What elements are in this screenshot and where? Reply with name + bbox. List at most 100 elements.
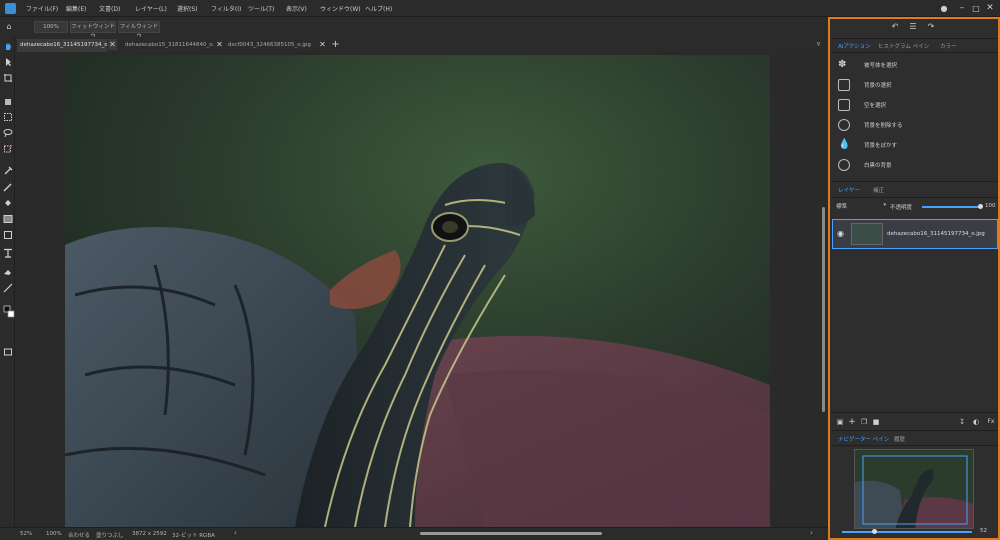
history-menu-icon[interactable]: ☰ (908, 22, 918, 32)
blur-background-icon: 💧 (838, 139, 851, 150)
tab-history[interactable]: 履歴 (894, 435, 905, 443)
visibility-eye-icon[interactable]: ◉ (837, 229, 844, 238)
document-tabs: dehazecabo16_31145197734_o.jpg ✕ dehazec… (15, 37, 828, 52)
tab-ai-actions[interactable]: AIアクション (838, 42, 871, 50)
eraser-icon[interactable] (3, 267, 13, 277)
tab-adjustments[interactable]: 補正 (873, 186, 884, 194)
lasso-icon[interactable] (3, 128, 13, 138)
home-icon[interactable]: ⌂ (4, 22, 14, 32)
qa-select-sky[interactable]: 空を選択 (834, 97, 994, 114)
redo-icon[interactable]: ↷ (926, 22, 936, 32)
fill-window-button[interactable]: フィルウィンドウ (118, 21, 160, 40)
tab-navigator[interactable]: ナビゲーター ペイン (838, 435, 889, 443)
merge-layer-icon[interactable]: ↧ (958, 417, 966, 427)
opacity-value[interactable]: 100 (985, 203, 996, 209)
new-layer-icon[interactable]: + (848, 417, 856, 427)
qa-blur-background[interactable]: 💧 背景をぼかす (834, 137, 994, 154)
menu-select[interactable]: 選択(S) (177, 4, 198, 13)
menu-file[interactable]: ファイル(F) (26, 4, 58, 13)
fill-bucket-icon[interactable] (3, 198, 13, 208)
qa-select-subject[interactable]: ✽ 被写体を選択 (834, 57, 994, 74)
navigator-thumbnail (855, 450, 973, 528)
navigator-zoom-slider[interactable] (842, 531, 972, 533)
fill-status-button[interactable]: 塗りつぶし (96, 531, 124, 539)
blend-mode-select[interactable]: 標準 ▾ (836, 202, 886, 211)
menu-filter[interactable]: フィルタ(I) (211, 4, 241, 13)
vertical-scrollbar[interactable] (820, 52, 828, 527)
close-window-icon[interactable]: ✕ (984, 3, 996, 14)
hand-tool-icon[interactable] (3, 41, 13, 51)
opacity-label: 不透明度 (890, 205, 913, 211)
layer-tool-icon[interactable] (3, 97, 13, 107)
right-panel: ↶ ☰ ↷ AIアクション ヒストグラム ペイン カラー ✽ 被写体を選択 背景… (828, 17, 1000, 540)
menu-edit[interactable]: 編集(E) (66, 4, 86, 13)
zoom-readout[interactable]: 52% (20, 531, 32, 537)
zoom-100-button[interactable]: 100% (34, 21, 68, 33)
minimize-icon[interactable]: – (956, 3, 968, 14)
doc-tab-2[interactable]: dehazecabo15_31811644840_o.jpg (122, 39, 214, 52)
view-toolbar: ⌂ 100% フィットウィンドウ フィルウィンドウ (0, 18, 828, 40)
close-tab-2-icon[interactable]: ✕ (215, 39, 224, 50)
menu-help[interactable]: ヘルプ(H) (365, 4, 392, 13)
scroll-left-icon[interactable]: ‹ (234, 529, 237, 537)
opacity-slider-handle[interactable] (978, 204, 983, 209)
tab-list-icon[interactable]: ▿ (814, 39, 823, 50)
menu-window[interactable]: ウィンドウ(W) (320, 4, 361, 13)
scroll-right-icon[interactable]: › (810, 529, 813, 537)
app-logo-icon (5, 3, 16, 14)
move-tool-icon[interactable] (3, 57, 13, 67)
menu-layer[interactable]: レイヤー(L) (135, 4, 167, 13)
navigator-preview[interactable] (854, 449, 974, 529)
shape-tool-icon[interactable] (3, 230, 13, 240)
fit-status-button[interactable]: 合わせる (68, 531, 90, 539)
navigator-zoom-value[interactable]: 52 (980, 528, 987, 534)
crop-tool-icon[interactable] (3, 73, 13, 83)
undo-icon[interactable]: ↶ (890, 22, 900, 32)
menu-tools[interactable]: ツール(T) (248, 4, 274, 13)
tab-layers[interactable]: レイヤー (838, 186, 860, 194)
gradient-icon[interactable] (3, 214, 13, 224)
menu-document[interactable]: 文書(D) (99, 4, 120, 13)
layer-thumbnail (851, 223, 883, 245)
new-tab-icon[interactable]: + (331, 39, 340, 50)
vertical-scroll-thumb[interactable] (822, 207, 825, 412)
close-tab-1-icon[interactable]: ✕ (108, 39, 117, 50)
qa-remove-background[interactable]: 背景を削除する (834, 117, 994, 134)
close-tab-3-icon[interactable]: ✕ (318, 39, 327, 50)
maximize-icon[interactable]: □ (970, 3, 982, 14)
doc-tab-3[interactable]: dscf0043_32466385105_o.jpg (225, 39, 317, 52)
image-canvas[interactable] (65, 55, 770, 527)
layer-name: dehazecabo16_31145197734_o.jpg (887, 231, 985, 237)
navigator-zoom-handle[interactable] (872, 529, 877, 534)
doc-tab-1[interactable]: dehazecabo16_31145197734_o.jpg (17, 39, 107, 52)
zoom-100-status[interactable]: 100% (46, 531, 62, 537)
add-layer-icon[interactable]: ▣ (836, 417, 844, 427)
color-swatch-icon[interactable] (3, 305, 15, 319)
brush-icon[interactable] (3, 182, 13, 192)
tools-panel (0, 37, 15, 527)
account-icon[interactable]: ● (938, 3, 950, 14)
retouch-icon[interactable] (3, 283, 13, 293)
opacity-slider[interactable] (922, 206, 980, 208)
menu-view[interactable]: 表示(V) (286, 4, 307, 13)
magic-select-icon[interactable] (3, 144, 13, 154)
tab-color[interactable]: カラー (940, 42, 957, 50)
canvas-area[interactable] (16, 52, 820, 527)
text-tool-icon[interactable] (3, 248, 13, 258)
bw-background-icon (838, 159, 850, 171)
qa-select-background[interactable]: 背景の選択 (834, 77, 994, 94)
qa-bw-background[interactable]: 白黒の背景 (834, 157, 994, 174)
chevron-down-icon: ▾ (883, 202, 886, 208)
rect-select-icon[interactable] (3, 112, 13, 122)
tab-histogram[interactable]: ヒストグラム ペイン (878, 42, 929, 50)
image-dimensions: 3872 x 2592 (132, 531, 167, 537)
fit-window-button[interactable]: フィットウィンドウ (70, 21, 116, 40)
fx-icon[interactable]: Fx (986, 417, 996, 427)
layer-row[interactable]: ◉ dehazecabo16_31145197734_o.jpg (832, 219, 998, 249)
delete-layer-icon[interactable]: ◐ (972, 417, 980, 427)
eyedropper-icon[interactable] (3, 166, 13, 176)
duplicate-layer-icon[interactable]: ❐ (860, 417, 868, 427)
screen-mode-icon[interactable] (3, 347, 13, 357)
horizontal-scroll-thumb[interactable] (420, 532, 602, 535)
mask-layer-icon[interactable]: ■ (872, 417, 880, 427)
